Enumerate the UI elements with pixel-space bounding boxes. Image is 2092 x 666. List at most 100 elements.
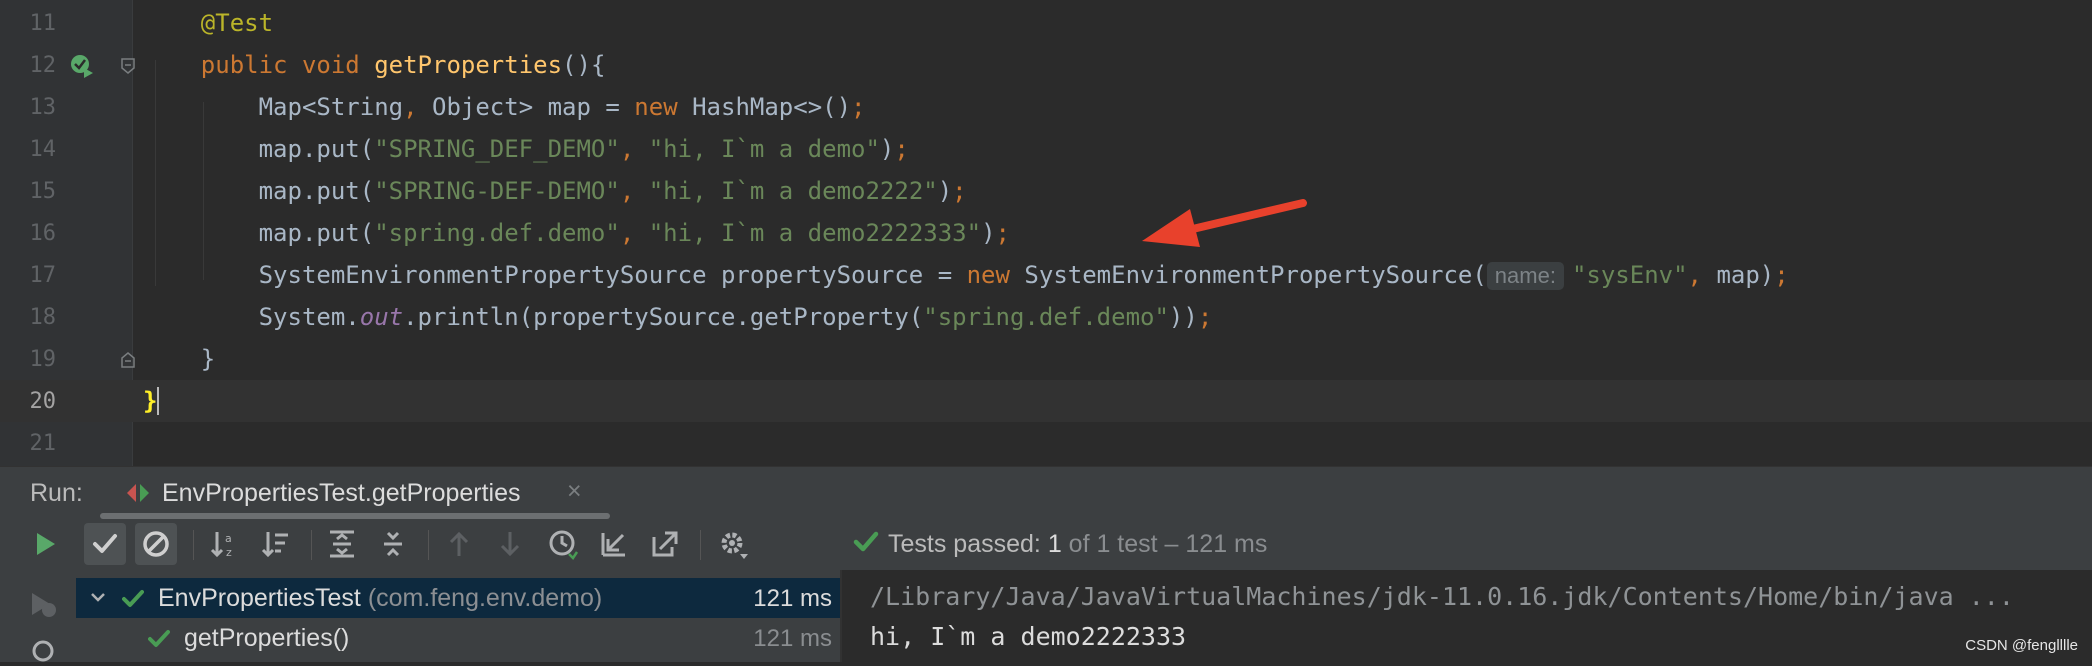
line-number: 18: [29, 305, 57, 330]
code-token: map): [1716, 261, 1775, 289]
code-line[interactable]: }: [133, 338, 2092, 380]
line-number: 20: [29, 389, 57, 414]
gutter-line: 18: [0, 296, 133, 338]
code-token: Map<String: [143, 93, 404, 121]
code-token: public: [200, 51, 288, 79]
test-class-label: getProperties(): [184, 624, 350, 652]
line-number: 13: [29, 95, 57, 120]
code-token: }: [143, 387, 158, 415]
toolbar-separator: [311, 530, 312, 560]
code-line[interactable]: map.put("spring.def.demo", "hi, I`m a de…: [133, 212, 2092, 254]
passed-check-icon: [148, 628, 170, 654]
code-token: ;: [1774, 261, 1789, 289]
close-tab-icon[interactable]: ×: [567, 477, 582, 506]
code-token: new: [634, 93, 678, 121]
rerun-failed-icon[interactable]: [28, 590, 58, 624]
collapse-all-icon[interactable]: [372, 523, 414, 565]
code-token: "spring.def.demo": [374, 219, 620, 247]
gutter-line: 19: [0, 338, 135, 380]
show-ignored-toggle[interactable]: [135, 523, 177, 565]
watermark: CSDN @fenglllle: [1965, 637, 2078, 654]
code-token: ,: [403, 93, 418, 121]
test-tree-row[interactable]: EnvPropertiesTest (com.feng.env.demo) 121…: [76, 578, 840, 618]
code-token: ;: [1197, 303, 1213, 331]
code-line[interactable]: map.put("SPRING_DEF_DEMO", "hi, I`m a de…: [133, 128, 2092, 170]
code-token: "hi, I`m a demo": [648, 135, 880, 163]
code-token: "SPRING-DEF-DEMO": [374, 177, 620, 205]
code-token: .println(propertySource.getProperty(: [403, 303, 924, 331]
console-output-line: hi, I`m a demo2222333: [870, 622, 1187, 651]
run-side-toolbar: [0, 570, 76, 662]
settings-gear-icon[interactable]: [712, 523, 754, 565]
code-token: ;: [894, 135, 909, 163]
console-output[interactable]: /Library/Java/JavaVirtualMachines/jdk-11…: [842, 570, 2092, 662]
code-token: (){: [562, 51, 606, 79]
code-text: SystemEnvironmentPropertySource property…: [143, 261, 1789, 290]
rerun-button[interactable]: [24, 523, 66, 565]
code-text: }: [143, 345, 215, 373]
code-token: @Test: [200, 9, 274, 37]
code-token: ;: [995, 219, 1010, 247]
passed-check-icon: [122, 588, 144, 614]
test-tree-row[interactable]: getProperties() 121 ms: [76, 618, 840, 658]
code-line[interactable]: SystemEnvironmentPropertySource property…: [133, 254, 2092, 296]
code-editor[interactable]: 11 12 13 14 15 16 17 18 19 20 21 @Test public void…: [0, 0, 2092, 466]
gutter-line: 13: [0, 86, 133, 128]
code-token: )): [1168, 303, 1198, 331]
code-token: map.put(: [143, 135, 375, 163]
line-number: 14: [29, 137, 57, 162]
sort-alphabetically-icon[interactable]: az: [203, 523, 245, 565]
previous-failed-test-icon[interactable]: [438, 523, 480, 565]
test-status: Tests passed: 1 of 1 test – 121 ms: [850, 518, 1650, 570]
code-token: }: [143, 345, 216, 373]
code-line[interactable]: @Test: [133, 2, 2092, 44]
export-tests-icon[interactable]: [644, 523, 686, 565]
code-line[interactable]: System.out.println(propertySource.getPro…: [133, 296, 2092, 338]
indent-guide: [203, 102, 204, 280]
gutter-line: 17: [0, 254, 133, 296]
gutter-line: 21: [0, 422, 133, 464]
toolbar-separator: [700, 530, 701, 560]
sort-by-duration-icon[interactable]: [254, 523, 296, 565]
code-text: @Test: [143, 9, 273, 37]
line-number: 21: [29, 431, 57, 456]
import-tests-icon[interactable]: [593, 523, 635, 565]
expand-all-icon[interactable]: [321, 523, 363, 565]
test-history-icon[interactable]: [542, 523, 584, 565]
show-passed-toggle[interactable]: [84, 523, 126, 565]
run-test-icon[interactable]: [70, 52, 94, 82]
next-failed-test-icon[interactable]: [489, 523, 531, 565]
run-tab[interactable]: EnvPropertiesTest.getProperties ×: [100, 467, 610, 519]
gutter-line: 20: [0, 380, 133, 422]
code-text: System.out.println(propertySource.getPro…: [143, 303, 1213, 331]
code-token: out: [359, 303, 404, 331]
code-line[interactable]: [133, 422, 2092, 464]
red-arrow-annotation: [1142, 199, 1307, 247]
code-token: "SPRING_DEF_DEMO": [374, 135, 620, 163]
code-text: map.put("SPRING-DEF-DEMO", "hi, I`m a de…: [143, 177, 967, 205]
test-config-icon: [126, 483, 152, 507]
parameter-hint: name:: [1486, 262, 1564, 290]
line-number: 11: [29, 11, 57, 36]
run-toolbar: az: [0, 518, 840, 570]
code-line[interactable]: public void getProperties(){: [133, 44, 2092, 86]
test-duration: 121 ms: [753, 625, 832, 652]
run-tool-window: Run: EnvPropertiesTest.getProperties × a…: [0, 466, 2092, 662]
code-token: new: [966, 261, 1010, 289]
code-token: map.put(: [143, 219, 375, 247]
code-line[interactable]: map.put("SPRING-DEF-DEMO", "hi, I`m a de…: [133, 170, 2092, 212]
gutter-line: 11: [0, 2, 133, 44]
gutter-line: 15: [0, 170, 133, 212]
editor-gutter: 11 12 13 14 15 16 17 18 19 20 21: [0, 0, 135, 466]
indent-guide: [155, 60, 156, 286]
chevron-down-icon[interactable]: [88, 587, 108, 611]
code-line[interactable]: Map<String, Object> map = new HashMap<>(…: [133, 86, 2092, 128]
line-number: 19: [29, 347, 57, 372]
code-line[interactable]: }: [133, 380, 2092, 422]
run-label: Run:: [30, 479, 83, 507]
code-token: HashMap<>(): [677, 93, 852, 121]
text-caret: [157, 387, 160, 415]
